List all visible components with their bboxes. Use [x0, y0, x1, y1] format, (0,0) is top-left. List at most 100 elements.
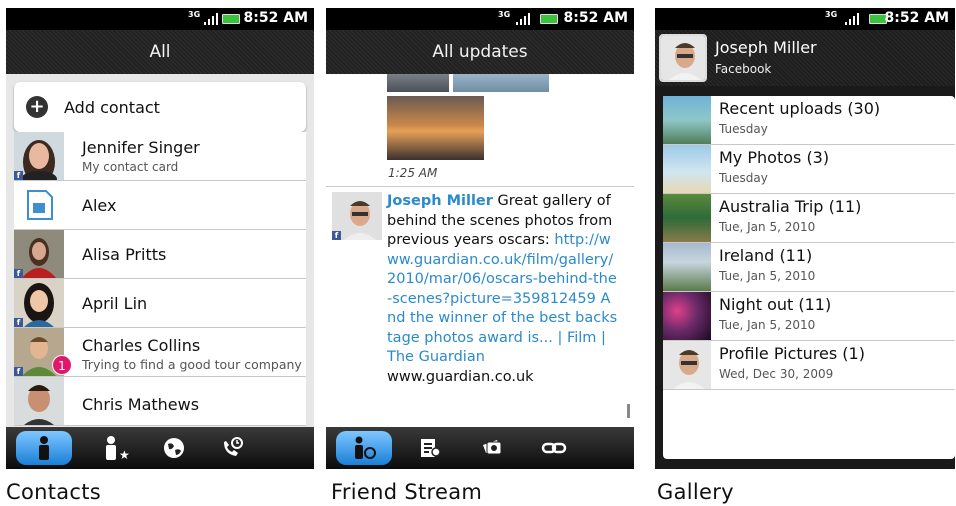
tab-online[interactable]	[146, 431, 202, 465]
album-list: Recent uploads (30) Tuesday My Photos (3…	[663, 96, 955, 459]
photo-thumbnail[interactable]	[387, 96, 484, 160]
gallery-header: Joseph Miller Facebook	[655, 30, 955, 86]
add-contact-button[interactable]: + Add contact	[14, 82, 306, 132]
contact-subtitle: Trying to find a good tour company	[82, 357, 302, 372]
post-author[interactable]: Joseph Miller	[387, 193, 493, 209]
signal-icon	[516, 13, 530, 25]
contact-row[interactable]: f April Lin	[14, 279, 306, 328]
album-thumbnail	[663, 341, 711, 389]
contact-row[interactable]: Chris Mathews	[14, 377, 306, 426]
photo-upload-icon	[483, 440, 502, 455]
contacts-list-area: + Add contact f Jennifer Singer My conta…	[6, 74, 314, 427]
album-title: Night out (11)	[719, 295, 832, 314]
caption-gallery: Gallery	[657, 480, 734, 504]
post-link[interactable]: http://www.guardian.co.uk/film/gallery/2…	[387, 232, 617, 365]
contact-name: Alex	[82, 196, 117, 215]
scrollbar[interactable]	[627, 404, 630, 418]
album-thumbnail	[663, 194, 711, 242]
facebook-icon: f	[14, 367, 23, 376]
contact-row[interactable]: Alex	[14, 181, 306, 230]
tab-links[interactable]	[526, 431, 582, 465]
gallery-screen: 3G 8:52 AM Joseph Miller Facebook Recent…	[655, 8, 955, 469]
user-name: Joseph Miller	[715, 38, 817, 57]
album-row[interactable]: Profile Pictures (1) Wed, Dec 30, 2009	[663, 341, 955, 390]
post-time: 1:25 AM	[388, 166, 438, 180]
group-icon: ★	[106, 436, 130, 461]
contact-name: Charles Collins	[82, 336, 201, 355]
person-icon	[39, 436, 49, 460]
status-update-icon	[421, 439, 441, 457]
status-bar: 3G 8:52 AM	[6, 8, 314, 30]
album-title: My Photos (3)	[719, 148, 830, 167]
sim-card-icon	[14, 181, 64, 229]
album-thumbnail	[663, 243, 711, 291]
network-3g-icon: 3G	[498, 10, 511, 19]
album-row[interactable]: Recent uploads (30) Tuesday	[663, 96, 955, 145]
link-icon	[541, 442, 567, 454]
friend-stream-screen: 3G 8:52 AM All updates 1:25 AM f Joseph …	[326, 8, 634, 469]
avatar: f	[14, 230, 64, 278]
album-thumbnail	[663, 96, 711, 144]
avatar	[659, 34, 707, 82]
battery-icon	[222, 14, 240, 24]
album-date: Tue, Jan 5, 2010	[719, 269, 816, 283]
contacts-screen: 3G 8:52 AM All + Add contact f Jennifer …	[6, 8, 314, 469]
add-contact-label: Add contact	[64, 97, 160, 117]
divider	[326, 186, 634, 187]
page-title: All updates	[326, 30, 634, 74]
caption-contacts: Contacts	[6, 480, 102, 504]
contact-name: Jennifer Singer	[82, 138, 200, 157]
contact-row[interactable]: f Jennifer Singer My contact card	[14, 132, 306, 181]
post-domain: www.guardian.co.uk	[387, 368, 534, 385]
friend-stream-icon	[355, 436, 376, 459]
album-date: Tue, Jan 5, 2010	[719, 318, 816, 332]
status-time: 8:52 AM	[563, 10, 628, 26]
globe-icon	[164, 438, 184, 458]
tab-photos[interactable]	[464, 431, 520, 465]
plus-icon: +	[26, 96, 48, 118]
facebook-icon: f	[14, 269, 23, 278]
avatar: f	[14, 279, 64, 327]
album-date: Tuesday	[719, 122, 768, 136]
contact-row[interactable]: f Alisa Pritts	[14, 230, 306, 279]
album-row[interactable]: My Photos (3) Tuesday	[663, 145, 955, 194]
tab-friend-stream[interactable]	[336, 431, 392, 465]
signal-icon	[845, 13, 859, 25]
album-date: Tue, Jan 5, 2010	[719, 220, 816, 234]
tab-call-history[interactable]	[204, 431, 260, 465]
network-3g-icon: 3G	[188, 10, 201, 19]
stream-feed: 1:25 AM f Joseph Miller Great gallery of…	[326, 74, 634, 427]
album-title: Profile Pictures (1)	[719, 344, 865, 363]
svg-text:★: ★	[119, 448, 130, 461]
contacts-tab-bar: ★	[6, 427, 314, 469]
user-source: Facebook	[715, 62, 772, 76]
contact-name: Alisa Pritts	[82, 245, 167, 264]
call-history-icon	[224, 437, 243, 456]
page-title: All	[6, 30, 314, 74]
signal-icon	[204, 13, 218, 25]
avatar	[14, 377, 64, 425]
avatar[interactable]: f	[332, 192, 382, 240]
album-row[interactable]: Night out (11) Tue, Jan 5, 2010	[663, 292, 955, 341]
tab-all-contacts[interactable]	[16, 431, 72, 465]
album-thumbnail	[663, 292, 711, 340]
contact-list: f Jennifer Singer My contact card Alex f…	[14, 132, 306, 426]
contact-row[interactable]: f 1 Charles Collins Trying to find a goo…	[14, 328, 306, 377]
stream-post: Joseph Miller Great gallery of behind th…	[387, 192, 619, 387]
notification-badge: 1	[52, 355, 72, 375]
album-title: Recent uploads (30)	[719, 99, 881, 118]
album-title: Australia Trip (11)	[719, 197, 862, 216]
tab-groups[interactable]: ★	[88, 431, 144, 465]
facebook-icon: f	[332, 231, 341, 240]
stream-tab-bar	[326, 427, 634, 469]
album-title: Ireland (11)	[719, 246, 813, 265]
network-3g-icon: 3G	[825, 10, 838, 19]
album-row[interactable]: Ireland (11) Tue, Jan 5, 2010	[663, 243, 955, 292]
album-row[interactable]: Australia Trip (11) Tue, Jan 5, 2010	[663, 194, 955, 243]
album-thumbnail	[663, 145, 711, 193]
album-date: Wed, Dec 30, 2009	[719, 367, 834, 381]
photo-thumbnail[interactable]	[453, 74, 549, 92]
contact-subtitle: My contact card	[82, 160, 179, 174]
tab-status[interactable]	[402, 431, 458, 465]
photo-thumbnail[interactable]	[387, 74, 449, 92]
